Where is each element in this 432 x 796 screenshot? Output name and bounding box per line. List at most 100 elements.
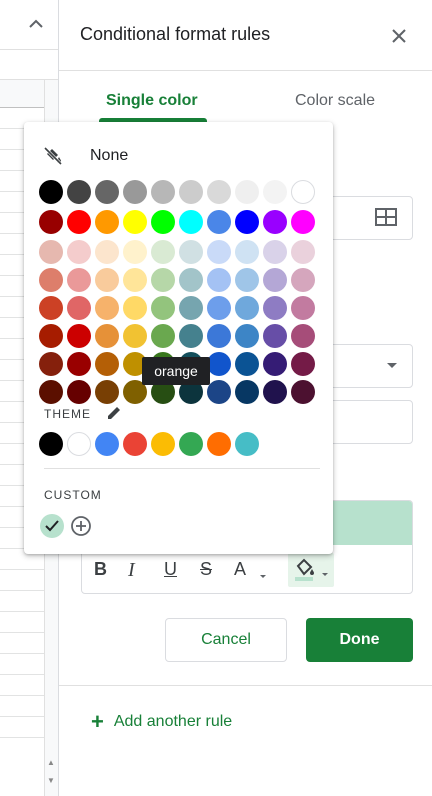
edit-theme-button[interactable] [106, 405, 122, 421]
close-panel-button[interactable] [387, 24, 411, 48]
color-swatch[interactable] [179, 210, 203, 234]
color-swatch[interactable] [67, 210, 91, 234]
color-swatch[interactable] [67, 352, 91, 376]
italic-button[interactable]: I [128, 559, 135, 582]
color-swatch[interactable] [263, 380, 287, 404]
tab-single-color[interactable]: Single color [106, 92, 198, 110]
color-swatch[interactable] [39, 296, 63, 320]
color-swatch[interactable] [123, 324, 147, 348]
color-swatch[interactable] [67, 296, 91, 320]
theme-color-swatch[interactable] [67, 432, 91, 456]
color-swatch[interactable] [151, 296, 175, 320]
add-custom-color-button[interactable] [70, 515, 92, 537]
tab-color-scale[interactable]: Color scale [295, 92, 375, 110]
color-swatch[interactable] [207, 296, 231, 320]
color-swatch[interactable] [235, 324, 259, 348]
color-swatch[interactable] [179, 268, 203, 292]
color-swatch[interactable] [291, 352, 315, 376]
color-swatch[interactable] [235, 268, 259, 292]
color-swatch[interactable] [151, 240, 175, 264]
color-swatch[interactable] [291, 380, 315, 404]
color-swatch[interactable] [263, 180, 287, 204]
color-swatch[interactable] [39, 180, 63, 204]
color-swatch[interactable] [95, 180, 119, 204]
color-swatch[interactable] [39, 210, 63, 234]
scroll-up-icon[interactable]: ▲ [44, 758, 58, 774]
add-another-rule-link[interactable]: + Add another rule [91, 711, 232, 733]
formula-bar[interactable] [0, 50, 58, 80]
color-swatch[interactable] [67, 180, 91, 204]
scroll-down-icon[interactable]: ▼ [44, 776, 58, 792]
color-swatch[interactable] [67, 324, 91, 348]
color-swatch[interactable] [235, 240, 259, 264]
custom-color-swatch[interactable] [40, 514, 64, 538]
theme-color-swatch[interactable] [179, 432, 203, 456]
color-swatch[interactable] [95, 352, 119, 376]
color-swatch[interactable] [95, 296, 119, 320]
color-swatch[interactable] [151, 210, 175, 234]
color-swatch[interactable] [39, 352, 63, 376]
color-swatch[interactable] [151, 268, 175, 292]
color-swatch[interactable] [207, 380, 231, 404]
color-swatch[interactable] [207, 268, 231, 292]
color-swatch[interactable] [263, 352, 287, 376]
color-swatch[interactable] [39, 324, 63, 348]
theme-color-swatch[interactable] [95, 432, 119, 456]
color-swatch[interactable] [207, 324, 231, 348]
none-color-option[interactable]: None [42, 144, 128, 168]
color-swatch[interactable] [235, 380, 259, 404]
color-swatch[interactable] [39, 240, 63, 264]
color-swatch[interactable] [235, 180, 259, 204]
color-swatch[interactable] [235, 296, 259, 320]
color-swatch[interactable] [291, 210, 315, 234]
color-swatch[interactable] [67, 268, 91, 292]
color-swatch[interactable] [179, 180, 203, 204]
color-swatch[interactable] [291, 296, 315, 320]
color-swatch[interactable] [235, 210, 259, 234]
column-header[interactable] [0, 80, 44, 108]
color-swatch[interactable] [263, 324, 287, 348]
text-color-button[interactable]: A [234, 559, 246, 580]
theme-color-swatch[interactable] [151, 432, 175, 456]
color-swatch[interactable] [207, 180, 231, 204]
theme-color-swatch[interactable] [235, 432, 259, 456]
color-swatch[interactable] [39, 268, 63, 292]
color-swatch[interactable] [207, 240, 231, 264]
color-swatch[interactable] [95, 380, 119, 404]
color-swatch[interactable] [291, 180, 315, 204]
color-swatch[interactable] [235, 352, 259, 376]
collapse-menu-button[interactable] [24, 12, 48, 36]
color-swatch[interactable] [291, 324, 315, 348]
color-swatch[interactable] [95, 324, 119, 348]
color-swatch[interactable] [179, 240, 203, 264]
color-swatch[interactable] [67, 380, 91, 404]
color-swatch[interactable] [179, 324, 203, 348]
color-swatch[interactable] [123, 180, 147, 204]
color-swatch[interactable] [95, 210, 119, 234]
theme-color-swatch[interactable] [39, 432, 63, 456]
color-swatch[interactable] [123, 296, 147, 320]
color-swatch[interactable] [263, 210, 287, 234]
color-swatch[interactable] [151, 324, 175, 348]
color-swatch[interactable] [95, 268, 119, 292]
color-swatch[interactable] [179, 296, 203, 320]
strikethrough-button[interactable]: S [200, 559, 212, 580]
color-swatch[interactable] [263, 296, 287, 320]
color-swatch[interactable] [151, 180, 175, 204]
color-swatch[interactable] [263, 268, 287, 292]
theme-color-swatch[interactable] [123, 432, 147, 456]
color-swatch[interactable] [207, 210, 231, 234]
color-swatch[interactable] [207, 352, 231, 376]
color-swatch[interactable] [67, 240, 91, 264]
select-range-button[interactable] [375, 208, 399, 228]
done-button[interactable]: Done [306, 618, 413, 662]
bold-button[interactable]: B [94, 559, 107, 580]
color-swatch[interactable] [123, 240, 147, 264]
color-swatch[interactable] [39, 380, 63, 404]
fill-color-button[interactable] [288, 553, 334, 587]
theme-color-swatch[interactable] [207, 432, 231, 456]
cancel-button[interactable]: Cancel [165, 618, 287, 662]
color-swatch[interactable] [291, 268, 315, 292]
color-swatch[interactable] [123, 268, 147, 292]
color-swatch[interactable] [95, 240, 119, 264]
